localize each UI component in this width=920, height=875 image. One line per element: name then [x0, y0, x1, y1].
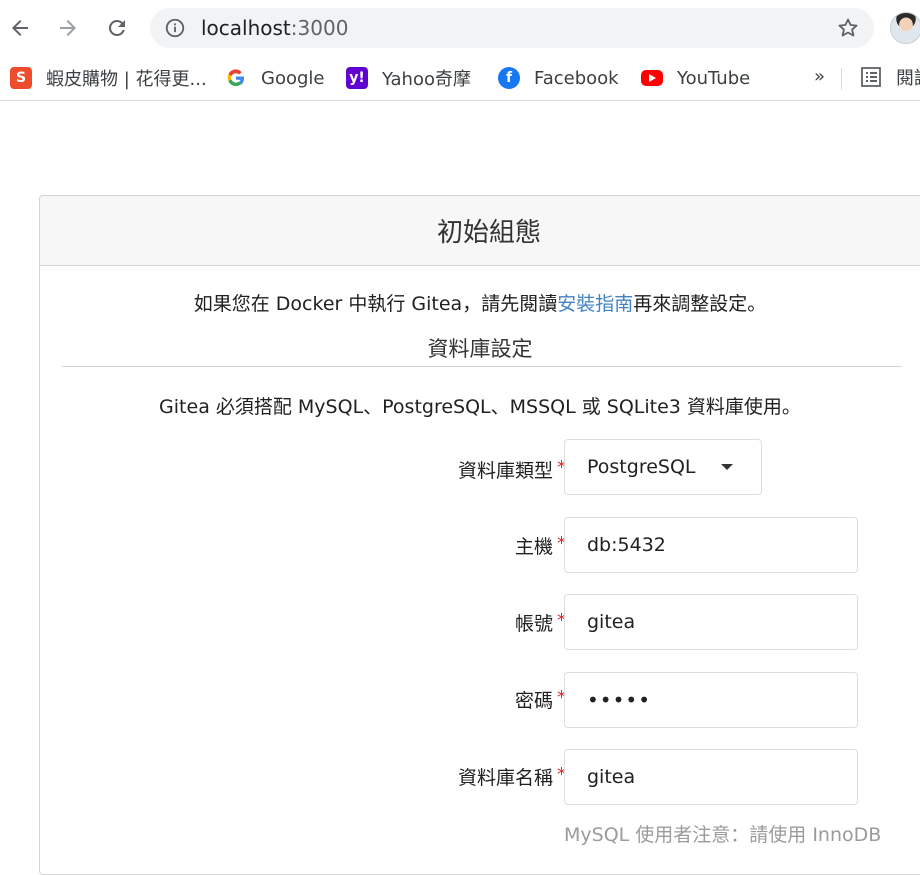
db-type-label-text: 資料庫類型 — [457, 460, 553, 482]
user-label-text: 帳號 — [514, 613, 553, 635]
host-value: db:5432 — [587, 534, 666, 556]
arrow-right-icon — [60, 20, 76, 36]
notice-text-end: 再來調整設定。 — [633, 293, 767, 315]
bookmarks-divider — [841, 68, 842, 90]
bookmark-yahoo[interactable]: y! Yahoo奇摩 — [346, 64, 471, 92]
url-port: :3000 — [290, 16, 349, 40]
mysql-hint: MySQL 使用者注意：請使用 InnoDB — [564, 824, 882, 846]
browser-toolbar: localhost:3000 — [0, 0, 920, 56]
reading-list-label: 閱讀 — [896, 68, 920, 89]
db-type-label: 資料庫類型 * — [458, 456, 566, 483]
user-value: gitea — [587, 611, 636, 633]
section-divider — [62, 366, 902, 367]
bookmarks-bar: S 蝦皮購物 | 花得更... Google y! Yahoo奇摩 f Face… — [0, 56, 920, 101]
db-type-select[interactable]: PostgreSQL — [564, 439, 762, 495]
password-input[interactable]: ••••• — [564, 672, 858, 728]
forward-button[interactable] — [50, 10, 86, 46]
docker-notice: 如果您在 Docker 中執行 Gitea，請先閱讀安裝指南再來調整設定。 — [40, 289, 920, 316]
profile-avatar[interactable] — [890, 12, 920, 44]
db-name-label-text: 資料庫名稱 — [457, 767, 553, 789]
install-card: 初始組態 如果您在 Docker 中執行 Gitea，請先閱讀安裝指南再來調整設… — [39, 195, 920, 875]
reading-list-icon — [861, 67, 881, 87]
notice-text: 如果您在 Docker 中執行 Gitea，請先閱讀 — [193, 293, 558, 315]
password-label: 密碼 * — [515, 686, 566, 713]
host-label-text: 主機 — [514, 536, 553, 558]
bookmark-label: Google — [261, 67, 325, 89]
page-title: 初始組態 — [40, 196, 920, 266]
info-icon[interactable] — [164, 17, 186, 39]
host-label: 主機 * — [515, 532, 566, 559]
user-label: 帳號 * — [515, 609, 566, 636]
db-name-input[interactable]: gitea — [564, 749, 858, 805]
url-host: localhost — [201, 16, 291, 40]
reading-list-button[interactable]: 閱讀 — [860, 64, 920, 90]
install-guide-link[interactable]: 安裝指南 — [557, 293, 633, 315]
bookmark-label: Facebook — [534, 67, 619, 89]
google-icon — [225, 67, 247, 89]
host-input[interactable]: db:5432 — [564, 517, 858, 573]
bookmarks-overflow-button[interactable]: » — [814, 66, 825, 87]
star-icon[interactable] — [836, 16, 860, 40]
shopee-icon: S — [10, 67, 32, 89]
address-bar[interactable]: localhost:3000 — [150, 8, 874, 48]
bookmark-label: YouTube — [677, 67, 751, 89]
youtube-icon — [641, 70, 663, 86]
arrow-left-icon — [12, 20, 28, 36]
bookmark-facebook[interactable]: f Facebook — [498, 64, 619, 92]
db-requirement-note: Gitea 必須搭配 MySQL、PostgreSQL、MSSQL 或 SQLi… — [159, 396, 801, 418]
url-text[interactable]: localhost:3000 — [201, 16, 348, 40]
section-title: 資料庫設定 — [427, 337, 533, 361]
dropdown-caret-icon — [721, 464, 733, 470]
reload-button[interactable] — [99, 10, 135, 46]
db-name-value: gitea — [587, 766, 636, 788]
yahoo-icon: y! — [346, 67, 368, 89]
reload-icon — [108, 19, 125, 36]
user-input[interactable]: gitea — [564, 594, 858, 650]
password-label-text: 密碼 — [514, 690, 553, 712]
db-type-value: PostgreSQL — [587, 456, 696, 478]
back-button[interactable] — [2, 10, 38, 46]
password-value: ••••• — [587, 688, 651, 712]
bookmark-youtube[interactable]: YouTube — [641, 64, 750, 92]
bookmark-shopee[interactable]: S 蝦皮購物 | 花得更... — [10, 64, 207, 92]
db-name-label: 資料庫名稱 * — [458, 763, 566, 790]
facebook-icon: f — [498, 67, 520, 89]
bookmark-label: 蝦皮購物 | 花得更... — [46, 69, 207, 90]
bookmark-label: Yahoo奇摩 — [382, 69, 471, 90]
bookmark-google[interactable]: Google — [225, 64, 324, 92]
